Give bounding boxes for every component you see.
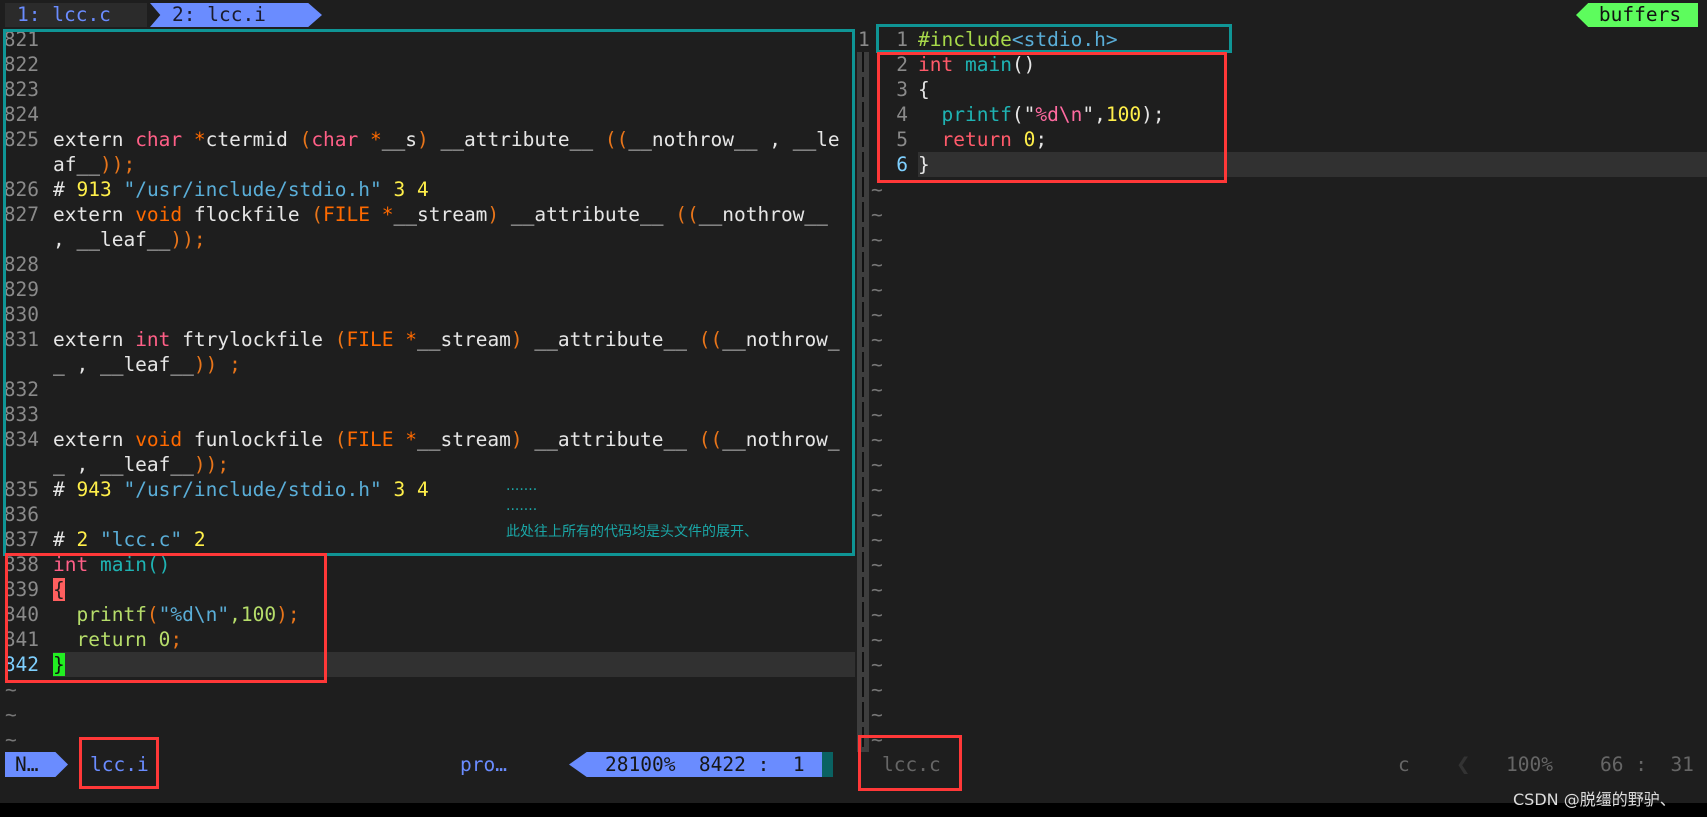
empty-line-tilde: ~ (871, 353, 883, 376)
empty-line-tilde: ~ (871, 403, 883, 426)
include-highlight-box (876, 24, 1232, 53)
tab-bar: 1: lcc.c 2: lcc.i buffers (0, 0, 1707, 29)
left-filename-highlight-box (79, 737, 159, 789)
annotation-dots-1: ....... (506, 478, 538, 494)
empty-line-tilde: ~ (871, 603, 883, 626)
empty-line-tilde: ~ (871, 253, 883, 276)
empty-line-tilde: ~ (871, 228, 883, 251)
tab-lcc-c[interactable]: 1: lcc.c (5, 3, 147, 27)
header-expansion-highlight-box (3, 29, 855, 556)
left-status-end-block (822, 752, 833, 777)
empty-line-tilde: ~ (871, 478, 883, 501)
main-function-highlight-box (5, 553, 327, 683)
right-status-position: 66 : 31 (1600, 753, 1694, 776)
empty-line-tilde: ~ (871, 678, 883, 701)
annotation-text: 此处往上所有的代码均是头文件的展开、 (506, 524, 758, 540)
empty-line-tilde: ~ (5, 703, 17, 726)
empty-line-tilde: ~ (871, 453, 883, 476)
right-status-percent: 100% (1506, 753, 1553, 776)
annotation-dots-2: ....... (506, 498, 538, 514)
right-sign-column: 1 (858, 28, 870, 51)
empty-line-tilde: ~ (871, 428, 883, 451)
tab-lcc-i[interactable]: 2: lcc.i (150, 3, 322, 27)
left-status-filetype: pro… (460, 753, 507, 776)
right-status-filetype: c (1398, 753, 1410, 776)
empty-line-tilde: ~ (5, 728, 17, 751)
left-status-position: 28100% 8422 : 1 (569, 752, 822, 777)
empty-line-tilde: ~ (871, 278, 883, 301)
empty-line-tilde: ~ (871, 503, 883, 526)
empty-line-tilde: ~ (871, 328, 883, 351)
empty-line-tilde: ~ (871, 628, 883, 651)
source-main-highlight-box (877, 52, 1227, 183)
separator-dash (862, 52, 864, 752)
right-filename-highlight-box (858, 735, 962, 791)
right-status-arrow-icon: ❮ (1456, 750, 1471, 778)
empty-line-tilde: ~ (871, 378, 883, 401)
empty-line-tilde: ~ (871, 528, 883, 551)
empty-line-tilde: ~ (871, 203, 883, 226)
empty-line-tilde: ~ (871, 653, 883, 676)
empty-line-tilde: ~ (871, 553, 883, 576)
bottom-bar (0, 803, 1707, 817)
empty-line-tilde: ~ (871, 703, 883, 726)
mode-indicator: N… (5, 752, 68, 777)
buffers-label: buffers (1576, 3, 1698, 27)
empty-line-tilde: ~ (871, 303, 883, 326)
watermark: CSDN @脱缰的野驴、 (1513, 790, 1676, 809)
empty-line-tilde: ~ (871, 578, 883, 601)
